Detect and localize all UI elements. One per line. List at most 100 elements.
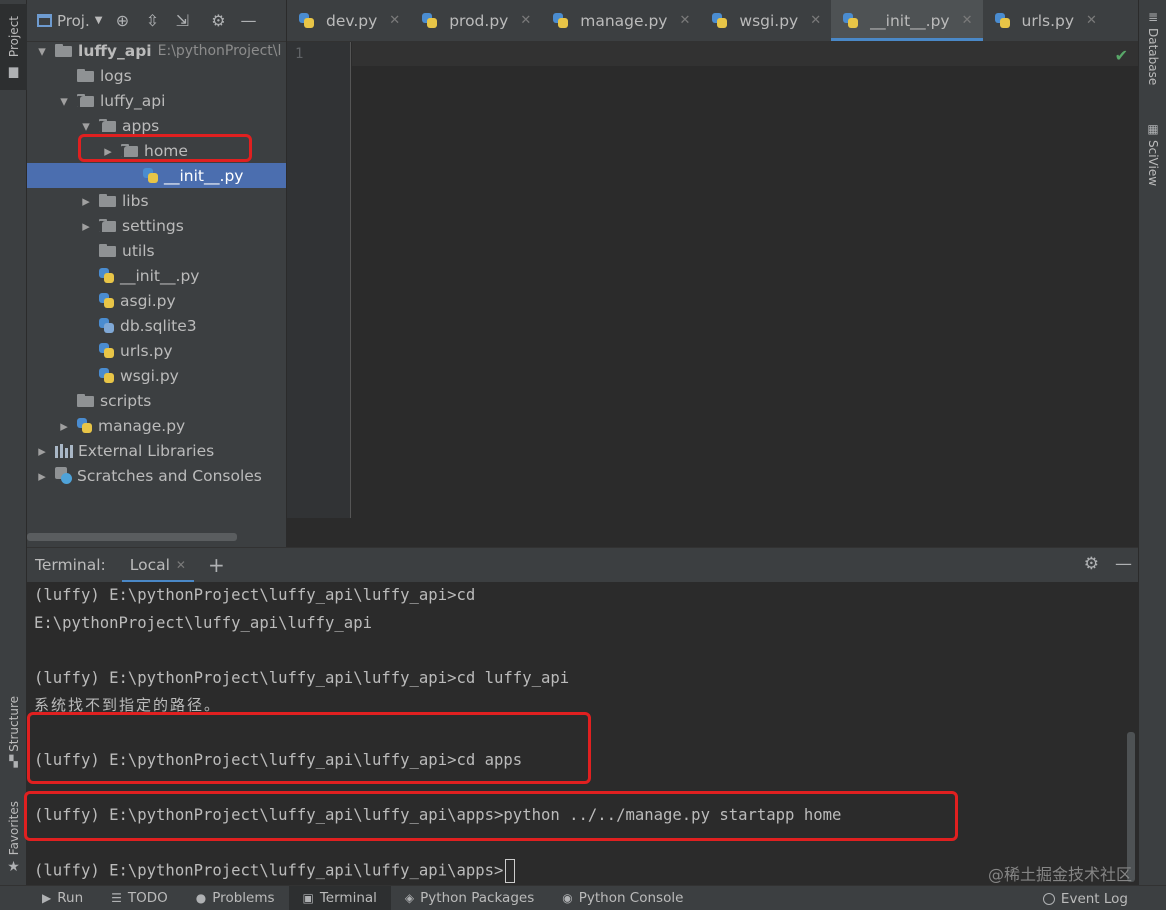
horizontal-scrollbar[interactable] (27, 533, 237, 541)
expand-all-icon[interactable]: ⇳ (142, 11, 162, 31)
folder-icon: ▆ (8, 63, 19, 78)
chevron-right-icon[interactable]: ▸ (79, 217, 93, 235)
event-log-button[interactable]: Event Log (1042, 886, 1128, 910)
sciview-tool-tab[interactable]: ▦ SciView (1139, 122, 1166, 186)
chevron-down-icon[interactable]: ▾ (35, 42, 49, 60)
tree-item[interactable]: scripts (27, 388, 286, 413)
chevron-right-icon[interactable]: ▸ (101, 142, 115, 160)
terminal-line-text: (luffy) E:\pythonProject\luffy_api\luffy… (34, 806, 842, 824)
database-tool-tab[interactable]: ≣ Database (1139, 10, 1166, 85)
tree-item[interactable]: urls.py (27, 338, 286, 363)
tree-item-label: manage.py (98, 416, 186, 435)
close-icon[interactable]: ✕ (679, 13, 690, 28)
check-icon: ✔ (1114, 46, 1128, 65)
database-icon: ≣ (1147, 10, 1159, 24)
editor-tab[interactable]: urls.py ✕ (983, 0, 1107, 41)
close-icon[interactable]: ✕ (962, 13, 973, 28)
editor-bottom-area (287, 518, 1138, 547)
tree-item-label: libs (122, 191, 149, 210)
close-icon[interactable]: ✕ (389, 13, 400, 28)
tree-item[interactable]: utils (27, 238, 286, 263)
close-icon[interactable]: ✕ (1086, 13, 1097, 28)
bottom-tab[interactable]: ◈ Python Packages (391, 886, 548, 910)
structure-tool-tab[interactable]: Structure ▚ (0, 690, 27, 774)
favorites-tool-tab-label: Favorites (6, 800, 21, 856)
tree-item[interactable]: ▾ apps (27, 113, 286, 138)
project-view-selector[interactable]: Proj. ▼ (37, 12, 102, 30)
scratches-icon (55, 467, 72, 484)
code-editor[interactable]: ✔ (352, 42, 1138, 518)
favorites-tool-tab[interactable]: Favorites ★ (0, 796, 27, 880)
bottom-tab[interactable]: ▶ Run (28, 886, 97, 910)
tree-item[interactable]: ▾ luffy_api (27, 88, 286, 113)
editor-tab[interactable]: wsgi.py ✕ (700, 0, 831, 41)
terminal-line: (luffy) E:\pythonProject\luffy_api\luffy… (34, 584, 475, 606)
tree-item[interactable]: db.sqlite3 (27, 313, 286, 338)
tree-item[interactable]: __init__.py (27, 163, 286, 188)
gear-icon[interactable]: ⚙ (208, 11, 228, 31)
todo-icon: ☰ (111, 891, 122, 905)
chevron-right-icon[interactable]: ▸ (57, 417, 71, 435)
bottom-tab-label: Python Packages (420, 890, 535, 906)
tree-item[interactable]: ▸ Scratches and Consoles (27, 463, 286, 488)
chevron-down-icon[interactable]: ▾ (57, 92, 71, 110)
gear-icon[interactable]: ⚙ (1084, 554, 1099, 574)
chevron-right-icon[interactable]: ▸ (35, 467, 49, 485)
python-file-icon (712, 12, 728, 29)
tree-item[interactable]: wsgi.py (27, 363, 286, 388)
project-tool-tab[interactable]: Project ▆ (0, 4, 27, 90)
tree-item[interactable]: ▾ luffy_api E:\pythonProject\l (27, 38, 286, 63)
tree-item[interactable]: asgi.py (27, 288, 286, 313)
close-icon[interactable]: ✕ (176, 558, 186, 572)
bottom-tab-label: Terminal (319, 890, 377, 906)
tree-item[interactable]: ▸ External Libraries (27, 438, 286, 463)
package-folder-icon (77, 94, 95, 107)
vertical-scrollbar[interactable] (1127, 732, 1135, 882)
sciview-icon: ▦ (1147, 122, 1159, 136)
close-icon[interactable]: ✕ (810, 13, 821, 28)
tree-item-label: __init__.py (120, 266, 200, 285)
tree-item[interactable]: __init__.py (27, 263, 286, 288)
editor-tab[interactable]: __init__.py ✕ (831, 0, 983, 41)
bottom-tab[interactable]: ● Problems (182, 886, 289, 910)
caret-down-icon: ▼ (94, 15, 103, 26)
bottom-tool-bar: ▶ Run ☰ TODO ● Problems ▣ Terminal ◈ Python Packa… (0, 885, 1166, 910)
editor-tab[interactable]: dev.py ✕ (287, 0, 410, 41)
bottom-tab[interactable]: ▣ Terminal (288, 885, 391, 910)
terminal-line: (luffy) E:\pythonProject\luffy_api\luffy… (34, 667, 569, 689)
chevron-right-icon[interactable]: ▸ (79, 192, 93, 210)
database-tool-tab-label: Database (1146, 28, 1160, 86)
tree-item[interactable]: ▸ manage.py (27, 413, 286, 438)
bottom-tab[interactable]: ◉ Python Console (548, 886, 697, 910)
editor-tab[interactable]: prod.py ✕ (410, 0, 541, 41)
tree-item[interactable]: logs (27, 63, 286, 88)
chevron-right-icon[interactable]: ▸ (35, 442, 49, 460)
bottom-tab[interactable]: ☰ TODO (97, 886, 182, 910)
terminal-icon: ▣ (302, 891, 314, 905)
tree-item[interactable]: ▸ libs (27, 188, 286, 213)
close-icon[interactable]: ✕ (520, 13, 531, 28)
tree-item-label: scripts (100, 391, 152, 410)
terminal-tab-local[interactable]: Local ✕ (121, 548, 195, 583)
new-terminal-button[interactable]: + (208, 553, 225, 577)
chevron-down-icon[interactable]: ▾ (79, 117, 93, 135)
minimize-icon[interactable]: — (1115, 554, 1132, 574)
tree-item[interactable]: ▸ home (27, 138, 286, 163)
editor-tab-label: __init__.py (870, 11, 950, 30)
terminal-line: E:\pythonProject\luffy_api\luffy_api (34, 612, 372, 634)
packages-icon: ◈ (404, 891, 415, 905)
tree-item[interactable]: ▸ settings (27, 213, 286, 238)
bottom-tab-label: TODO (127, 890, 168, 906)
minimize-icon[interactable]: — (238, 11, 258, 31)
editor-tab[interactable]: manage.py ✕ (541, 0, 700, 41)
collapse-all-icon[interactable]: ⇲ (172, 11, 192, 31)
python-console-icon: ◉ (562, 891, 573, 905)
watermark: @稀土掘金技术社区 (987, 865, 1132, 884)
python-file-icon (99, 267, 115, 284)
terminal-header: Terminal: Local ✕ + ⚙ — (27, 547, 1138, 583)
terminal-output[interactable]: (luffy) E:\pythonProject\luffy_api\luffy… (27, 582, 1138, 885)
python-file-icon (843, 12, 859, 29)
locate-icon[interactable]: ⊕ (112, 11, 132, 31)
